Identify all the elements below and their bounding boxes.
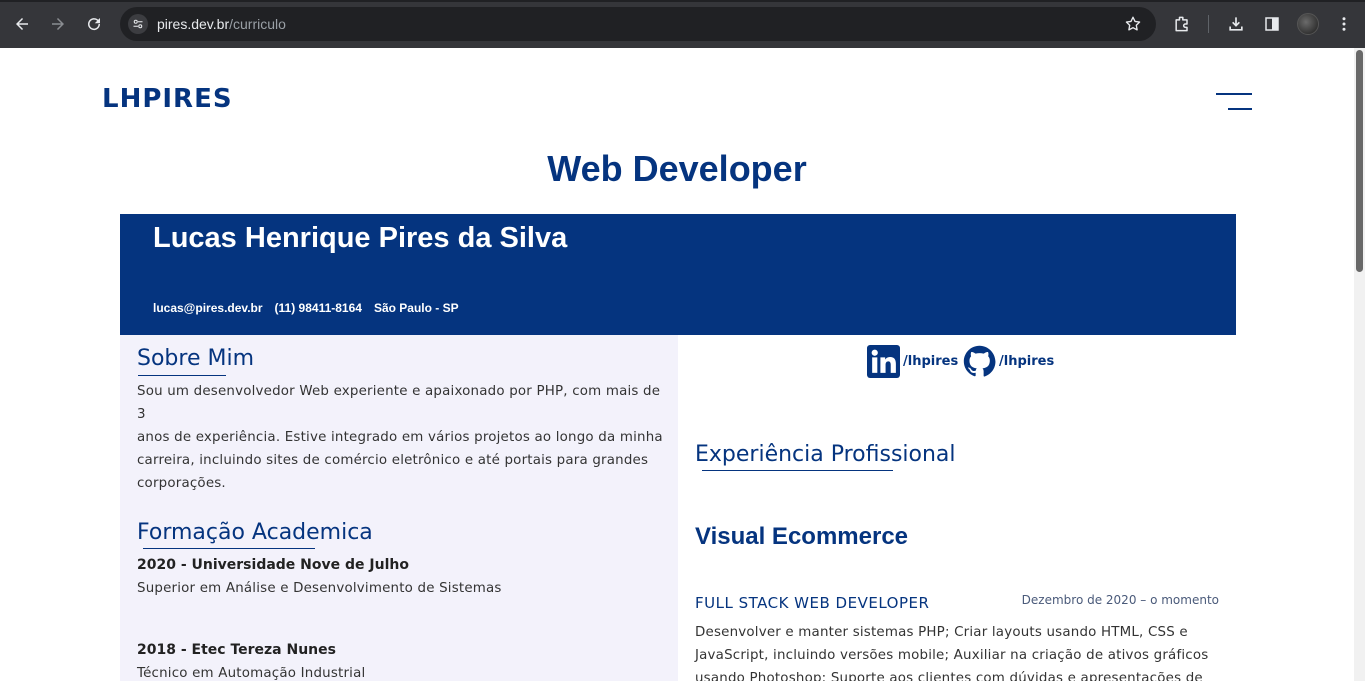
scrollbar-thumb[interactable] <box>1356 50 1363 272</box>
left-column: Sobre Mim Sou um desenvolvedor Web exper… <box>120 335 678 681</box>
star-icon[interactable] <box>1124 15 1142 33</box>
right-column: /lhpires /lhpires Experiência Profission… <box>678 335 1236 681</box>
address-bar[interactable]: pires.dev.br/curriculo <box>120 7 1156 41</box>
education-item-title: 2018 - Etec Tereza Nunes <box>137 642 336 658</box>
download-icon[interactable] <box>1226 14 1246 34</box>
resume-header: Lucas Henrique Pires da Silva lucas@pire… <box>120 214 1236 335</box>
job-description-line: usando Photoshop; Suporte aos clientes c… <box>695 671 1203 681</box>
linkedin-link[interactable]: /lhpires <box>867 345 958 378</box>
github-icon <box>963 345 996 377</box>
linkedin-icon <box>867 345 900 378</box>
back-icon[interactable] <box>10 12 34 36</box>
contact-info: lucas@pires.dev.br (11) 98411-8164 São P… <box>153 301 459 315</box>
job-description: Desenvolver e manter sistemas PHP; Criar… <box>695 621 1225 681</box>
more-menu-icon[interactable] <box>1334 14 1354 34</box>
about-title: Sobre Mim <box>137 346 255 371</box>
toolbar-separator <box>1208 15 1209 33</box>
github-link[interactable]: /lhpires <box>963 345 1054 378</box>
location-text: São Paulo - SP <box>373 301 459 315</box>
education-underline <box>143 548 315 549</box>
about-line: corporações. <box>137 476 226 491</box>
browser-toolbar: pires.dev.br/curriculo <box>0 0 1365 48</box>
github-handle[interactable]: /lhpires <box>999 354 1054 369</box>
about-line: Sou um desenvolvedor Web experiente e ap… <box>137 384 661 422</box>
tab-strip-edge <box>0 0 1365 2</box>
extensions-icon[interactable] <box>1172 14 1192 34</box>
hamburger-menu-icon[interactable] <box>1212 90 1254 114</box>
experience-underline <box>702 470 893 471</box>
education-item-course: Técnico em Automação Industrial <box>137 666 366 681</box>
sidepanel-icon[interactable] <box>1262 14 1282 34</box>
education-title: Formação Academica <box>137 520 373 545</box>
page-scrollbar[interactable] <box>1354 48 1365 681</box>
about-line: carreira, incluindo sites de comércio el… <box>137 453 649 468</box>
url-domain: pires.dev.br <box>157 16 230 32</box>
profile-avatar[interactable] <box>1297 13 1319 35</box>
email-text: lucas@pires.dev.br <box>153 301 263 315</box>
url-text[interactable]: pires.dev.br/curriculo <box>157 16 286 32</box>
education-item-title: 2020 - Universidade Nove de Julho <box>137 557 409 573</box>
linkedin-handle[interactable]: /lhpires <box>903 354 958 369</box>
job-description-line: JavaScript, incluindo versões mobile; Au… <box>695 648 1209 663</box>
job-date: Dezembro de 2020 – o momento <box>1021 593 1219 607</box>
about-text: Sou um desenvolvedor Web experiente e ap… <box>137 380 667 495</box>
page-content: LHPIRES Web Developer Lucas Henrique Pir… <box>0 48 1354 681</box>
phone-text: (11) 98411-8164 <box>274 301 362 315</box>
education-item-course: Superior em Análise e Desenvolvimento de… <box>137 581 502 596</box>
site-logo[interactable]: LHPIRES <box>102 84 233 114</box>
experience-title: Experiência Profissional <box>695 442 956 467</box>
about-line: anos de experiência. Estive integrado em… <box>137 430 663 445</box>
page-title: Web Developer <box>547 148 807 189</box>
person-name: Lucas Henrique Pires da Silva <box>153 222 568 254</box>
company-name: Visual Ecommerce <box>695 523 909 550</box>
forward-icon[interactable] <box>46 12 70 36</box>
url-path: /curriculo <box>229 16 286 32</box>
reload-icon[interactable] <box>82 12 106 36</box>
about-underline <box>138 375 226 376</box>
job-title: FULL STACK WEB DEVELOPER <box>695 594 930 612</box>
job-description-line: Desenvolver e manter sistemas PHP; Criar… <box>695 625 1188 640</box>
site-info-icon[interactable] <box>128 14 148 34</box>
